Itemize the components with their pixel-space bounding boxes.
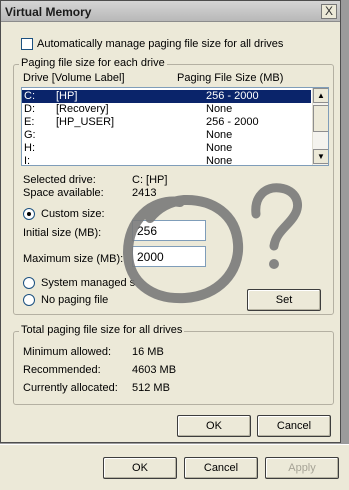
- minimum-allowed-label: Minimum allowed:: [23, 346, 112, 358]
- drive-letter: D:: [24, 103, 35, 115]
- paging-size: 256 - 2000: [206, 116, 259, 128]
- paging-size: None: [206, 155, 233, 166]
- selected-drive-label: Selected drive:: [23, 174, 96, 186]
- initial-size-input[interactable]: 256: [132, 220, 206, 241]
- initial-size-label: Initial size (MB):: [23, 227, 102, 239]
- virtual-memory-dialog: Virtual Memory X Automatically manage pa…: [0, 0, 341, 443]
- custom-size-label: Custom size:: [41, 208, 105, 220]
- volume-label: [HP_USER]: [56, 116, 115, 128]
- drive-letter: E:: [24, 116, 35, 128]
- set-button[interactable]: Set: [247, 289, 321, 311]
- drive-letter: H:: [24, 142, 35, 154]
- custom-size-radio[interactable]: [23, 208, 35, 220]
- minimum-allowed-value: 16 MB: [132, 346, 164, 358]
- recommended-label: Recommended:: [23, 364, 101, 376]
- drive-letter: I:: [24, 155, 31, 166]
- drive-letter: C:: [24, 90, 35, 102]
- drive-row[interactable]: D: [Recovery] None: [22, 103, 311, 116]
- currently-allocated-label: Currently allocated:: [23, 382, 118, 394]
- parent-cancel-button[interactable]: Cancel: [184, 457, 258, 479]
- paging-size: None: [206, 142, 233, 154]
- parent-ok-button[interactable]: OK: [103, 457, 177, 479]
- scroll-down-icon[interactable]: ▼: [313, 149, 328, 164]
- drive-list-scrollbar[interactable]: ▲ ▼: [312, 88, 328, 165]
- auto-manage-label: Automatically manage paging file size fo…: [37, 38, 284, 50]
- drive-list[interactable]: C: [HP] 256 - 2000 D: [Recovery] None E:…: [21, 87, 329, 166]
- paging-size: None: [206, 103, 233, 115]
- no-paging-label: No paging file: [41, 294, 109, 306]
- scroll-up-icon[interactable]: ▲: [313, 88, 328, 103]
- drive-row[interactable]: G: None: [22, 129, 311, 142]
- paging-size: None: [206, 129, 233, 141]
- space-available-label: Space available:: [23, 187, 104, 199]
- currently-allocated-value: 512 MB: [132, 382, 170, 394]
- recommended-value: 4603 MB: [132, 364, 177, 376]
- paging-size: 256 - 2000: [206, 90, 259, 102]
- cancel-button[interactable]: Cancel: [257, 415, 331, 437]
- drive-row[interactable]: C: [HP] 256 - 2000: [22, 90, 311, 103]
- close-icon[interactable]: X: [321, 4, 337, 19]
- parent-apply-button[interactable]: Apply: [265, 457, 339, 479]
- system-managed-label: System managed s: [41, 277, 136, 289]
- auto-manage-checkbox[interactable]: [21, 38, 33, 50]
- dialog-title: Virtual Memory: [5, 5, 92, 19]
- selected-drive-value: C: [HP]: [132, 174, 168, 186]
- volume-label: [HP]: [56, 90, 78, 102]
- column-header-size: Paging File Size (MB): [177, 72, 284, 84]
- drive-row[interactable]: E: [HP_USER] 256 - 2000: [22, 116, 311, 129]
- parent-dialog-footer: OK Cancel Apply: [0, 444, 349, 490]
- scroll-thumb[interactable]: [313, 105, 328, 132]
- drive-row[interactable]: H: None: [22, 142, 311, 155]
- title-bar: Virtual Memory X: [1, 1, 340, 22]
- maximum-size-label: Maximum size (MB):: [23, 253, 124, 265]
- space-available-value: 2413: [132, 187, 157, 199]
- drive-row[interactable]: I: None: [22, 155, 311, 166]
- drive-letter: G:: [24, 129, 36, 141]
- no-paging-radio[interactable]: [23, 294, 35, 306]
- ok-button[interactable]: OK: [177, 415, 251, 437]
- column-header-drive: Drive [Volume Label]: [23, 72, 125, 84]
- maximum-size-input[interactable]: 2000: [132, 246, 206, 267]
- volume-label: [Recovery]: [56, 103, 109, 115]
- paging-group-title: Paging file size for each drive: [19, 57, 167, 69]
- system-managed-radio[interactable]: [23, 277, 35, 289]
- total-group-title: Total paging file size for all drives: [19, 324, 185, 336]
